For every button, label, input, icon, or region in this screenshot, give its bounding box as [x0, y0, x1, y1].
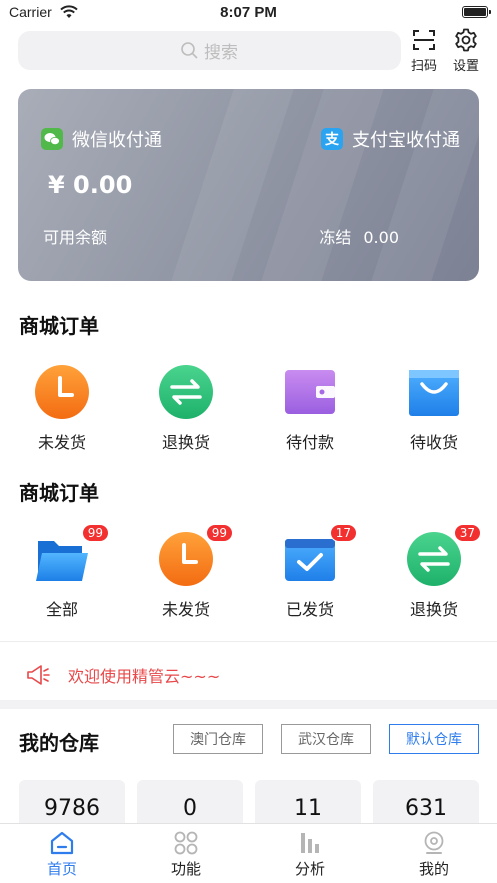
order-unshipped-label: 未发货	[37, 433, 86, 452]
order-status-grid: 未发货 退换货 待付款 待收货	[0, 364, 497, 454]
warehouse-default-button[interactable]: 默认仓库	[389, 724, 479, 754]
settings-label: 设置	[452, 59, 479, 74]
order-pending-payment-label: 待付款	[285, 433, 334, 452]
order-returns-count-label: 退换货	[409, 600, 458, 619]
user-icon	[424, 831, 444, 854]
section-title-mall-orders: 商城订单	[19, 314, 99, 338]
frozen-value: 0.00	[363, 228, 399, 247]
order-unshipped-count-label: 未发货	[161, 600, 210, 619]
tab-analysis-label: 分析	[294, 860, 325, 878]
megaphone-icon	[27, 665, 50, 685]
order-unshipped-count-button[interactable]: 99 未发货	[136, 524, 236, 620]
wechat-pay-label: 微信收付通	[72, 130, 162, 151]
exchange-icon: 37	[406, 524, 481, 587]
tab-home[interactable]: 首页	[22, 830, 102, 879]
frozen-balance: 冻结 0.00	[319, 224, 399, 248]
tab-analysis[interactable]: 分析	[270, 830, 350, 879]
available-balance-label: 可用余额	[43, 228, 108, 247]
scan-icon	[413, 30, 435, 50]
wallet-icon	[282, 364, 338, 420]
home-icon	[50, 831, 74, 855]
clock-icon	[34, 364, 90, 420]
wechat-pay-entry[interactable]: 微信收付通	[41, 126, 162, 152]
order-pending-receipt-button[interactable]: 待收货	[384, 364, 484, 453]
order-pending-receipt-label: 待收货	[409, 433, 458, 452]
alipay-icon: 支	[321, 128, 343, 150]
search-input[interactable]: 搜索	[18, 31, 401, 70]
notice-text: 欢迎使用精管云~~~	[68, 667, 221, 686]
scan-button[interactable]: 扫码	[406, 28, 442, 74]
wallet-card[interactable]: 微信收付通 支 支付宝收付通 ¥ 0.00 可用余额 冻结 0.00	[18, 89, 479, 281]
badge-count: 99	[81, 524, 109, 542]
alipay-label: 支付宝收付通	[352, 130, 460, 151]
warehouse-macau-label: 澳门仓库	[190, 732, 246, 748]
tab-mine[interactable]: 我的	[394, 830, 474, 879]
warehouse-macau-button[interactable]: 澳门仓库	[173, 724, 263, 754]
order-returns-label: 退换货	[161, 433, 210, 452]
order-unshipped-button[interactable]: 未发货	[12, 364, 112, 453]
status-bar: Carrier 8:07 PM	[0, 0, 497, 26]
clock-icon: 99	[158, 524, 233, 587]
box-check-icon: 17	[282, 524, 357, 587]
order-count-grid: 99 全部 99 未发货 17 已发货 37 退换货	[0, 524, 497, 621]
section-gap	[0, 700, 497, 709]
apps-icon	[174, 831, 198, 855]
tab-bar: 首页 功能 分析 我的	[0, 823, 497, 883]
wechat-icon	[41, 128, 63, 150]
order-shipped-button[interactable]: 17 已发货	[260, 524, 360, 620]
warehouse-wuhan-button[interactable]: 武汉仓库	[281, 724, 371, 754]
order-shipped-label: 已发货	[285, 600, 334, 619]
folder-icon: 99	[34, 524, 109, 587]
balance-amount: ¥ 0.00	[48, 171, 133, 199]
badge-count: 99	[205, 524, 233, 542]
tab-functions-label: 功能	[170, 860, 201, 878]
divider	[0, 641, 497, 642]
warehouse-wuhan-label: 武汉仓库	[298, 732, 354, 748]
clock-time: 8:07 PM	[220, 4, 277, 21]
warehouse-default-label: 默认仓库	[406, 732, 462, 748]
badge-count: 17	[329, 524, 357, 542]
search-placeholder: 搜索	[204, 43, 238, 63]
order-pending-payment-button[interactable]: 待付款	[260, 364, 360, 453]
order-returns-button[interactable]: 退换货	[136, 364, 236, 453]
gear-icon	[455, 28, 477, 52]
section-title-mall-orders-2: 商城订单	[19, 481, 99, 505]
notice-banner[interactable]: 欢迎使用精管云~~~	[0, 650, 497, 700]
battery-icon	[462, 6, 491, 18]
scan-label: 扫码	[410, 59, 437, 74]
alipay-entry[interactable]: 支 支付宝收付通	[321, 126, 460, 152]
settings-button[interactable]: 设置	[448, 28, 484, 74]
tab-functions[interactable]: 功能	[146, 830, 226, 879]
frozen-label: 冻结	[319, 228, 352, 247]
chart-icon	[301, 833, 319, 853]
badge-count: 37	[453, 524, 481, 542]
warehouse-title: 我的仓库	[19, 731, 99, 755]
tab-mine-label: 我的	[418, 860, 449, 878]
order-returns-count-button[interactable]: 37 退换货	[384, 524, 484, 620]
search-icon	[181, 42, 198, 59]
exchange-icon	[158, 364, 214, 420]
tab-home-label: 首页	[46, 860, 77, 878]
order-all-button[interactable]: 99 全部	[12, 524, 112, 620]
order-all-label: 全部	[45, 600, 78, 619]
bag-icon	[406, 364, 462, 420]
